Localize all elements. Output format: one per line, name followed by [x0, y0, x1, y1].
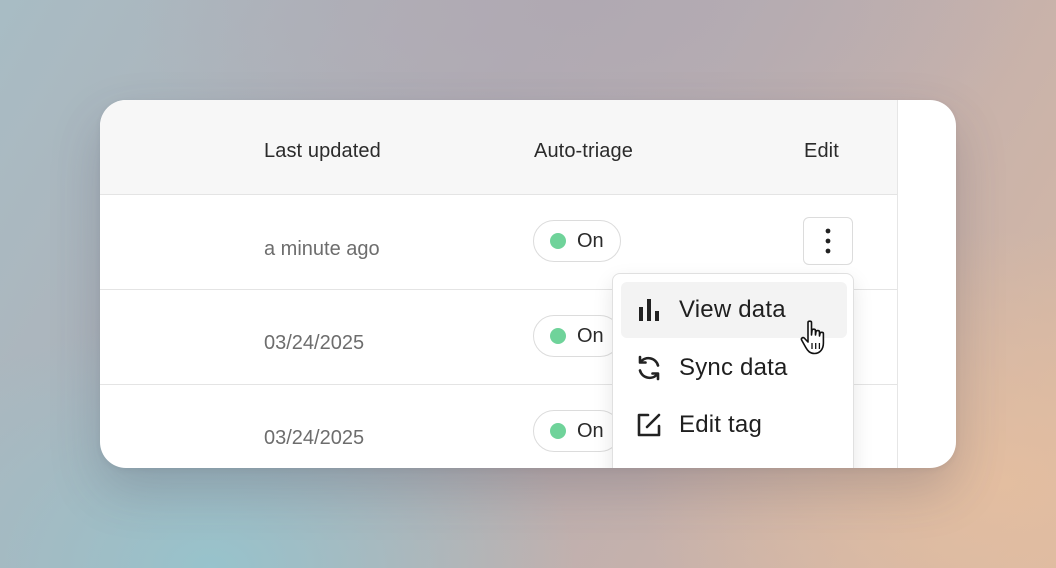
- sync-icon: [635, 354, 663, 382]
- table: Last updated Auto-triage Edit a minute a…: [100, 100, 898, 468]
- table-card: Last updated Auto-triage Edit a minute a…: [100, 100, 956, 468]
- hand-pointer-cursor-icon: [800, 320, 825, 355]
- edit-square-icon: [635, 411, 663, 439]
- auto-triage-toggle[interactable]: On: [533, 220, 621, 262]
- bar-chart-icon: [635, 296, 663, 324]
- status-on-dot: [550, 233, 566, 249]
- column-header-edit: Edit: [804, 140, 839, 162]
- last-updated-cell: a minute ago: [264, 238, 380, 260]
- auto-triage-status: On: [577, 324, 604, 347]
- row-actions-menu: View data Sync data Edit tag: [612, 273, 854, 468]
- menu-item-edit-tag[interactable]: Edit tag: [621, 397, 847, 453]
- auto-triage-status: On: [577, 419, 604, 442]
- last-updated-cell: 03/24/2025: [264, 332, 365, 354]
- column-header-last-updated[interactable]: Last updated: [264, 140, 381, 163]
- last-updated-cell: 03/24/2025: [264, 427, 365, 449]
- more-options-button[interactable]: [803, 217, 853, 265]
- status-on-dot: [550, 423, 566, 439]
- more-vertical-icon: [825, 228, 831, 254]
- table-header: Last updated Auto-triage Edit: [100, 100, 897, 195]
- status-on-dot: [550, 328, 566, 344]
- auto-triage-status: On: [577, 229, 604, 252]
- menu-item-label: Edit tag: [679, 411, 762, 438]
- menu-item-label: View data: [679, 296, 786, 323]
- menu-item-label: Sync data: [679, 354, 788, 381]
- auto-triage-toggle[interactable]: On: [533, 410, 621, 452]
- auto-triage-toggle[interactable]: On: [533, 315, 621, 357]
- column-header-auto-triage[interactable]: Auto-triage: [534, 140, 633, 163]
